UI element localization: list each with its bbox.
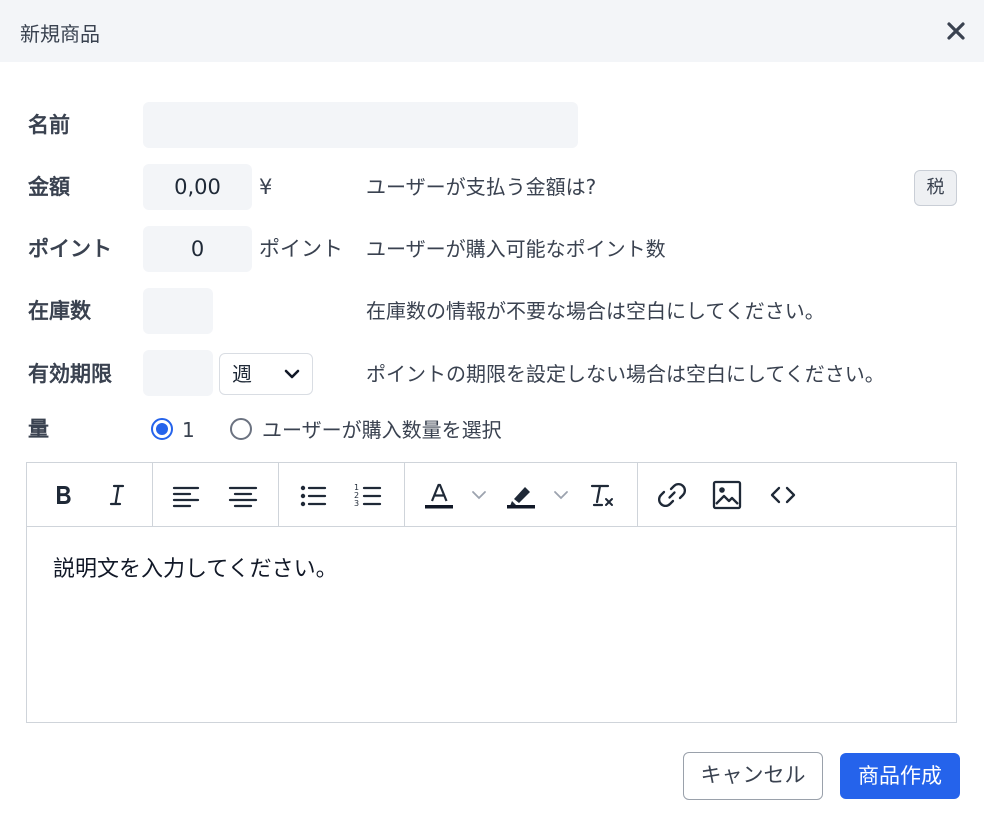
quantity-radio-fixed[interactable] <box>151 418 173 440</box>
editor-content[interactable]: 説明文を入力してください。 <box>27 527 956 722</box>
cancel-button[interactable]: キャンセル <box>683 752 823 800</box>
quantity-radio-select[interactable] <box>230 418 252 440</box>
expiry-hint: ポイントの期限を設定しない場合は空白にしてください。 <box>366 362 885 386</box>
numbered-list-icon[interactable]: 123 <box>352 479 384 511</box>
highlight-chevron-icon[interactable] <box>551 485 571 505</box>
text-color-icon[interactable] <box>423 479 455 511</box>
close-icon[interactable] <box>943 18 969 44</box>
svg-text:3: 3 <box>354 499 359 508</box>
price-unit: ¥ <box>259 175 273 199</box>
expiry-label: 有効期限 <box>28 362 112 386</box>
link-icon[interactable] <box>656 479 688 511</box>
clear-format-icon[interactable] <box>586 479 618 511</box>
bullet-list-icon[interactable] <box>297 479 329 511</box>
tax-button[interactable]: 税 <box>914 170 957 206</box>
expiry-period-value: 週 <box>232 362 252 386</box>
highlight-icon[interactable] <box>505 479 537 511</box>
expiry-period-select[interactable]: 週 <box>219 353 313 395</box>
align-left-icon[interactable] <box>171 479 203 511</box>
price-input[interactable] <box>143 164 252 210</box>
editor-toolbar: 123 <box>27 463 956 527</box>
dialog-header: 新規商品 <box>0 0 984 62</box>
bold-icon[interactable] <box>47 479 79 511</box>
points-unit: ポイント <box>259 237 343 261</box>
price-hint: ユーザーが支払う金額は? <box>366 175 597 199</box>
quantity-radio-fixed-label: 1 <box>182 418 195 442</box>
stock-hint: 在庫数の情報が不要な場合は空白にしてください。 <box>366 299 825 323</box>
expiry-input[interactable] <box>143 350 213 396</box>
name-label: 名前 <box>28 113 70 137</box>
name-input[interactable] <box>143 102 578 148</box>
rich-text-editor: 123 説明文を入力してください。 <box>26 462 957 723</box>
chevron-down-icon <box>282 364 302 384</box>
dialog-title: 新規商品 <box>20 22 100 46</box>
stock-input[interactable] <box>143 288 213 334</box>
image-icon[interactable] <box>711 479 743 511</box>
points-hint: ユーザーが購入可能なポイント数 <box>366 237 666 261</box>
align-center-icon[interactable] <box>227 479 259 511</box>
stock-label: 在庫数 <box>28 299 91 323</box>
price-label: 金額 <box>28 175 70 199</box>
points-label: ポイント <box>28 237 112 261</box>
italic-icon[interactable] <box>101 479 133 511</box>
quantity-label: 量 <box>28 417 49 441</box>
create-product-button[interactable]: 商品作成 <box>840 753 960 799</box>
quantity-radio-select-label: ユーザーが購入数量を選択 <box>262 418 502 442</box>
text-color-chevron-icon[interactable] <box>469 485 489 505</box>
points-input[interactable] <box>143 226 252 272</box>
code-icon[interactable] <box>767 479 799 511</box>
